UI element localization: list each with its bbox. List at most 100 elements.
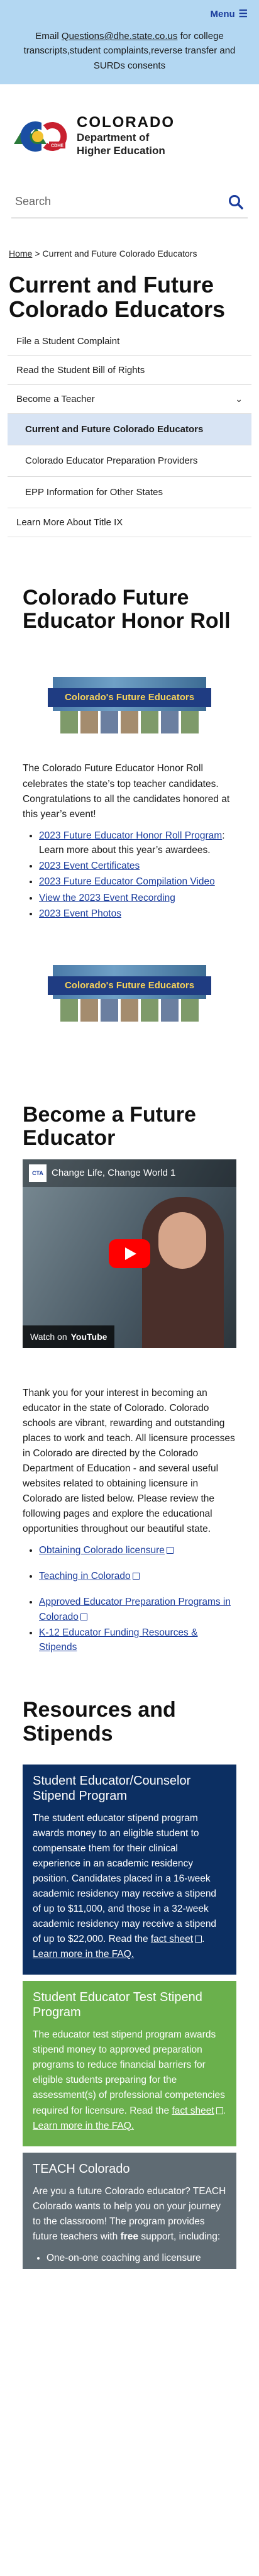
- search-icon[interactable]: [228, 194, 244, 210]
- alert-text: Email Questions@dhe.state.co.us for coll…: [13, 29, 246, 73]
- honor-roll-program-link[interactable]: 2023 Future Educator Honor Roll Program: [39, 830, 222, 841]
- video-title[interactable]: Change Life, Change World 1: [52, 1168, 175, 1178]
- external-link-icon: [216, 2107, 223, 2114]
- resources-title: Resources and Stipends: [23, 1698, 176, 1746]
- sidebar-item-label: File a Student Complaint: [16, 335, 120, 347]
- sidebar-item-student-complaint[interactable]: File a Student Complaint: [8, 326, 251, 356]
- breadcrumb-current: Current and Future Colorado Educators: [42, 248, 197, 259]
- youtube-video-embed[interactable]: CTA Change Life, Change World 1 Watch on…: [23, 1159, 236, 1348]
- search-input[interactable]: [15, 195, 204, 209]
- card-title: Student Educator/Counselor Stipend Progr…: [33, 1774, 191, 1804]
- list-item: 2023 Event Certificates: [39, 859, 236, 873]
- alert-email-link[interactable]: Questions@dhe.state.co.us: [62, 31, 178, 42]
- sidebar-item-current-future-educators[interactable]: Current and Future Colorado Educators: [8, 413, 251, 445]
- future-educator-title: Become a Future Educator: [23, 1103, 196, 1151]
- event-photos-link[interactable]: 2023 Event Photos: [39, 908, 121, 919]
- site-logo[interactable]: CDHE COLORADO Department of Higher Educa…: [0, 84, 259, 157]
- card-body-bold: free: [120, 2231, 139, 2242]
- logo-subtitle-2: Higher Education: [77, 144, 165, 157]
- approved-programs-link[interactable]: Approved Educator Preparation Programs i…: [39, 1597, 231, 1622]
- list-item: Approved Educator Preparation Programs i…: [39, 1595, 236, 1624]
- card-title: Student Educator Test Stipend Program: [33, 1990, 202, 2020]
- honor-roll-links: 2023 Future Educator Honor Roll Program:…: [23, 828, 236, 922]
- sidebar-item-epp-other-states[interactable]: EPP Information for Other States: [8, 476, 251, 508]
- card-body-text: support, including:: [138, 2231, 221, 2242]
- future-educators-banner-image: Colorado's Future Educators: [48, 658, 211, 746]
- obtaining-licensure-link[interactable]: Obtaining Colorado licensure: [39, 1545, 165, 1556]
- compilation-video-link[interactable]: 2023 Future Educator Compilation Video: [39, 876, 215, 887]
- funding-resources-link[interactable]: K-12 Educator Funding Resources & Stipen…: [39, 1627, 197, 1653]
- sidebar-item-label: Learn More About Title IX: [16, 516, 123, 528]
- menu-button[interactable]: Menu ☰: [210, 8, 248, 20]
- youtube-logo: YouTube: [70, 1331, 107, 1342]
- card-body: Are you a future Colorado educator? TEAC…: [33, 2184, 226, 2244]
- banner-ribbon-text: Colorado's Future Educators: [48, 976, 211, 996]
- event-certificates-link[interactable]: 2023 Event Certificates: [39, 861, 140, 871]
- sidebar-item-label: Colorado Educator Preparation Providers: [25, 455, 198, 466]
- hamburger-icon: ☰: [238, 9, 248, 20]
- play-icon[interactable]: [109, 1239, 150, 1268]
- menu-label: Menu: [210, 8, 235, 20]
- list-item: Teaching in Colorado: [39, 1569, 236, 1583]
- teach-support-list: One-on-one coaching and licensure: [33, 2251, 226, 2265]
- sidebar-item-title-ix[interactable]: Learn More About Title IX: [8, 508, 251, 537]
- list-item: 2023 Future Educator Compilation Video: [39, 874, 236, 889]
- alert-banner: Menu ☰ Email Questions@dhe.state.co.us f…: [0, 0, 259, 84]
- watch-on-youtube-button[interactable]: Watch on YouTube: [23, 1325, 115, 1348]
- external-link-icon: [132, 1573, 140, 1580]
- list-item: 2023 Future Educator Honor Roll Program:…: [39, 828, 236, 858]
- card-body-text: The educator test stipend program awards…: [33, 2029, 225, 2116]
- resources-section: Resources and Stipends Student Educator/…: [23, 1698, 236, 2269]
- breadcrumb-home[interactable]: Home: [9, 248, 32, 259]
- future-educator-section: Become a Future Educator CTA Change Life…: [23, 1103, 236, 1654]
- honor-roll-intro: The Colorado Future Educator Honor Roll …: [23, 763, 230, 820]
- honor-roll-section: Colorado Future Educator Honor Roll Colo…: [23, 586, 236, 1034]
- logo-badge-text: CDHE: [51, 143, 63, 148]
- fact-sheet-link[interactable]: fact sheet: [151, 1934, 193, 1944]
- logo-title: COLORADO: [77, 113, 175, 131]
- sidebar-item-label: Become a Teacher: [16, 393, 95, 404]
- card-title: TEACH Colorado: [33, 2161, 130, 2176]
- side-navigation: File a Student Complaint Read the Studen…: [8, 326, 251, 537]
- alert-prefix: Email: [35, 31, 62, 42]
- sidebar-item-educator-preparation-providers[interactable]: Colorado Educator Preparation Providers: [8, 445, 251, 477]
- teaching-in-colorado-link[interactable]: Teaching in Colorado: [39, 1571, 131, 1581]
- colorado-logo-icon: CDHE: [14, 121, 67, 152]
- sidebar-item-label: Current and Future Colorado Educators: [25, 423, 204, 435]
- faq-link[interactable]: Learn more in the FAQ.: [33, 1949, 134, 1960]
- list-item: Obtaining Colorado licensure: [39, 1543, 236, 1558]
- sidebar-item-label: Read the Student Bill of Rights: [16, 364, 145, 376]
- stipend-program-card: Student Educator/Counselor Stipend Progr…: [23, 1765, 236, 1975]
- future-educators-banner-image-2: Colorado's Future Educators: [48, 946, 211, 1034]
- watch-on-label: Watch on: [30, 1331, 67, 1342]
- sidebar-item-become-teacher[interactable]: Become a Teacher ⌄: [8, 384, 251, 414]
- card-body: The educator test stipend program awards…: [33, 2029, 226, 2131]
- licensure-links: Obtaining Colorado licensure Teaching in…: [23, 1543, 236, 1655]
- chevron-down-icon[interactable]: ⌄: [235, 394, 243, 404]
- list-item: 2023 Event Photos: [39, 906, 236, 921]
- sidebar-item-bill-of-rights[interactable]: Read the Student Bill of Rights: [8, 355, 251, 385]
- banner-ribbon-text: Colorado's Future Educators: [48, 688, 211, 708]
- teach-colorado-card: TEACH Colorado Are you a future Colorado…: [23, 2152, 236, 2269]
- test-stipend-card: Student Educator Test Stipend Program Th…: [23, 1981, 236, 2146]
- list-item: One-on-one coaching and licensure: [47, 2251, 226, 2265]
- page-title: Current and Future Colorado Educators: [9, 271, 226, 323]
- event-recording-link[interactable]: View the 2023 Event Recording: [39, 893, 175, 903]
- external-link-icon: [195, 1936, 202, 1943]
- list-item: K-12 Educator Funding Resources & Stipen…: [39, 1625, 236, 1655]
- channel-logo: CTA: [29, 1164, 47, 1182]
- search-bar: [11, 187, 248, 218]
- external-link-icon: [80, 1613, 87, 1620]
- list-item: View the 2023 Event Recording: [39, 891, 236, 905]
- breadcrumb-separator: >: [35, 248, 40, 259]
- card-body-text: The student educator stipend program awa…: [33, 1813, 217, 1945]
- faq-link[interactable]: Learn more in the FAQ.: [33, 2121, 134, 2131]
- future-educator-body: Thank you for your interest in becoming …: [23, 1387, 235, 1534]
- logo-subtitle-1: Department of: [77, 131, 150, 144]
- fact-sheet-link[interactable]: fact sheet: [172, 2105, 214, 2116]
- external-link-icon: [166, 1546, 174, 1554]
- card-body: The student educator stipend program awa…: [33, 1813, 217, 1960]
- sidebar-item-label: EPP Information for Other States: [25, 486, 163, 498]
- breadcrumb: Home > Current and Future Colorado Educato…: [9, 248, 250, 259]
- honor-roll-title: Colorado Future Educator Honor Roll: [23, 585, 231, 633]
